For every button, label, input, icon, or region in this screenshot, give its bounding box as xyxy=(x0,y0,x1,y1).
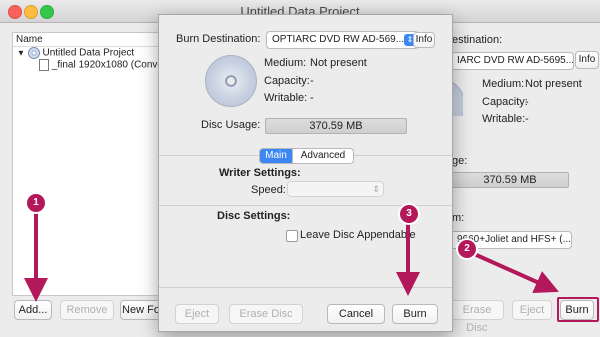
leave-appendable-checkbox[interactable] xyxy=(286,230,298,242)
cancel-button[interactable]: Cancel xyxy=(327,304,385,324)
bg-medium-label: Medium: xyxy=(482,78,525,90)
disc-settings-label: Disc Settings: xyxy=(217,210,291,222)
disc-icon xyxy=(205,55,257,107)
speed-label: Speed: xyxy=(251,184,286,196)
bg-capacity-value: - xyxy=(525,96,529,108)
bg-eject-button[interactable]: Eject xyxy=(512,300,552,320)
bg-capacity-label: Capacity: xyxy=(482,96,528,108)
bg-usage-bar: 370.59 MB xyxy=(452,172,569,188)
drive-popup-value: OPTIARC DVD RW AD-569... xyxy=(272,34,405,45)
bg-usage-label: ge: xyxy=(452,155,468,167)
tree-item-label: _final 1920x1080 (Conver xyxy=(51,59,167,71)
bg-medium-value: Not present xyxy=(525,78,582,90)
disclosure-triangle-icon[interactable]: ▼ xyxy=(17,49,25,58)
burn-button[interactable]: Burn xyxy=(392,304,438,324)
bg-writable-label: Writable: xyxy=(482,113,526,125)
section-divider xyxy=(159,287,452,288)
project-tree[interactable]: Name ▼ Untitled Data Project _final 1920… xyxy=(12,32,166,296)
bg-format-label: m: xyxy=(452,212,465,224)
tab-bar: Main Advanced xyxy=(259,148,354,164)
capacity-label: Capacity: xyxy=(264,75,310,87)
tree-item-file[interactable]: _final 1920x1080 (Conver xyxy=(39,59,166,71)
tab-advanced[interactable]: Advanced xyxy=(292,149,353,163)
new-folder-button[interactable]: New Fo xyxy=(120,300,162,320)
bg-drive-popup-value: IARC DVD RW AD-5695... xyxy=(457,55,574,66)
writable-value: - xyxy=(310,92,314,104)
tab-main[interactable]: Main xyxy=(260,149,292,163)
step3-callout: 3 xyxy=(400,205,418,223)
writable-label: Writable: xyxy=(264,92,308,104)
bg-burn-button[interactable]: Burn xyxy=(560,300,594,320)
burn-sheet: Burn Destination: OPTIARC DVD RW AD-569.… xyxy=(158,14,453,332)
leave-appendable-label[interactable]: Leave Disc Appendable xyxy=(300,229,416,241)
bg-info-button[interactable]: Info xyxy=(575,51,599,69)
medium-value: Not present xyxy=(310,57,367,69)
remove-button[interactable]: Remove xyxy=(60,300,114,320)
drive-popup[interactable]: OPTIARC DVD RW AD-569... ⇕ xyxy=(266,31,419,49)
tree-column-header[interactable]: Name xyxy=(13,33,163,47)
step1-callout: 1 xyxy=(27,194,45,212)
bg-erase-disc-button[interactable]: Erase Disc xyxy=(451,300,504,334)
arrow-step2 xyxy=(471,251,559,294)
disc-usage-bar: 370.59 MB xyxy=(265,118,407,134)
disc-usage-label: Disc Usage: xyxy=(201,119,261,131)
writer-settings-label: Writer Settings: xyxy=(219,167,301,179)
burn-destination-label: Burn Destination: xyxy=(176,33,261,45)
bg-destination-label: estination: xyxy=(452,34,503,46)
capacity-value: - xyxy=(310,75,314,87)
step2-callout: 2 xyxy=(458,240,476,258)
bg-drive-popup[interactable]: IARC DVD RW AD-5695... xyxy=(452,52,574,70)
tree-item-project[interactable]: ▼ Untitled Data Project xyxy=(17,47,134,59)
info-button[interactable]: Info xyxy=(413,32,435,48)
speed-popup[interactable]: ⇕ xyxy=(287,181,384,197)
medium-label: Medium: xyxy=(264,57,307,69)
disc-icon xyxy=(27,47,40,59)
erase-disc-button[interactable]: Erase Disc xyxy=(229,304,303,324)
tree-item-label: Untitled Data Project xyxy=(42,47,135,59)
add-button[interactable]: Add... xyxy=(14,300,52,320)
eject-button[interactable]: Eject xyxy=(175,304,219,324)
bg-writable-value: - xyxy=(525,113,529,125)
file-icon xyxy=(39,59,49,71)
chevron-updown-icon: ⇕ xyxy=(372,184,380,194)
